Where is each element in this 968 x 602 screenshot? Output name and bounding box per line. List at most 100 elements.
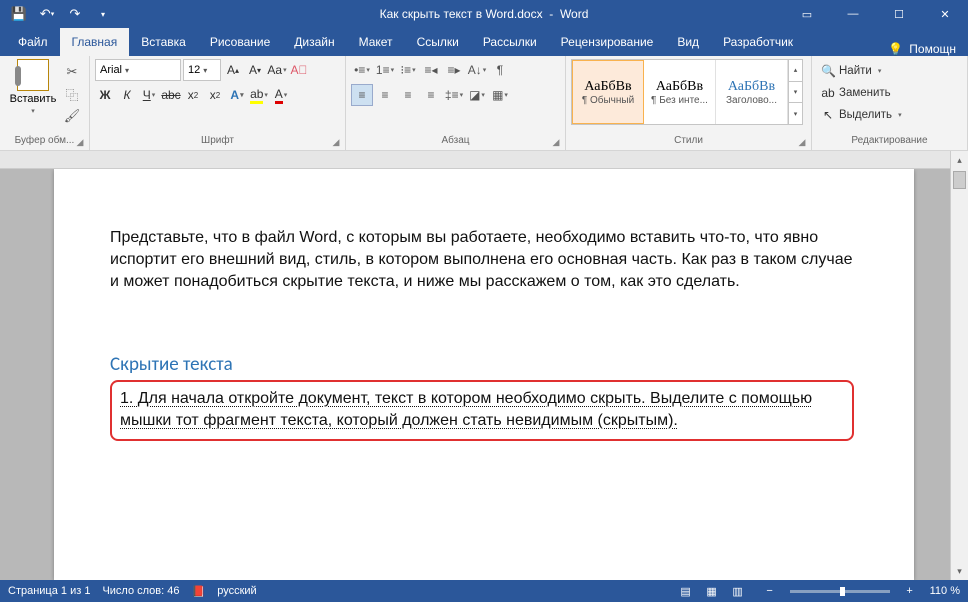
show-paragraph-marks-icon[interactable]: ¶: [489, 59, 511, 81]
redo-icon[interactable]: ↷: [62, 2, 88, 26]
select-icon: ↖: [821, 108, 835, 122]
increase-indent-icon[interactable]: ≡▸: [443, 59, 465, 81]
gallery-up-icon[interactable]: ▴: [789, 60, 802, 82]
paragraph-group-label: Абзац: [351, 134, 560, 148]
clipboard-group-label: Буфер обм...: [5, 134, 84, 148]
style-normal[interactable]: АаБбВв ¶ Обычный: [572, 60, 644, 124]
zoom-out-icon[interactable]: −: [762, 585, 778, 597]
underline-button[interactable]: Ч: [139, 84, 159, 106]
font-name-combo[interactable]: Arial▾: [95, 59, 181, 81]
styles-gallery[interactable]: АаБбВв ¶ Обычный АаБбВв ¶ Без инте... Аа…: [571, 59, 803, 125]
clipboard-dialog-launcher[interactable]: ◢: [74, 136, 86, 148]
maximize-icon[interactable]: ☐: [876, 0, 922, 28]
body-paragraph[interactable]: Представьте, что в файл Word, с которым …: [110, 227, 854, 293]
replace-icon: ab: [821, 86, 835, 100]
subscript-icon[interactable]: x2: [183, 84, 203, 106]
strikethrough-icon[interactable]: abc: [161, 84, 181, 106]
zoom-in-icon[interactable]: +: [902, 585, 918, 597]
align-center-icon[interactable]: ≡: [374, 84, 396, 106]
minimize-icon[interactable]: —: [830, 0, 876, 28]
line-spacing-icon[interactable]: ‡≡: [443, 84, 465, 106]
gallery-more-icon[interactable]: ▾: [789, 103, 802, 124]
font-group-label: Шрифт: [95, 134, 340, 148]
tab-home[interactable]: Главная: [60, 28, 130, 56]
clear-formatting-icon[interactable]: A⃠: [289, 59, 309, 81]
web-layout-icon[interactable]: ▥: [726, 582, 750, 600]
scroll-thumb[interactable]: [953, 171, 966, 189]
print-layout-icon[interactable]: ▦: [700, 582, 724, 600]
editing-group-label: Редактирование: [817, 134, 962, 148]
save-icon[interactable]: 💾: [6, 2, 32, 26]
lightbulb-icon: 💡: [888, 42, 903, 56]
select-button[interactable]: ↖ Выделить▾: [821, 105, 902, 125]
tab-file[interactable]: Файл: [6, 28, 60, 56]
change-case-icon[interactable]: Aa: [267, 59, 287, 81]
copy-icon[interactable]: ⿻: [63, 85, 81, 103]
font-size-combo[interactable]: 12▾: [183, 59, 221, 81]
styles-dialog-launcher[interactable]: ◢: [796, 136, 808, 148]
align-justify-icon[interactable]: ≡: [420, 84, 442, 106]
format-painter-icon[interactable]: 🖌: [63, 107, 81, 125]
bullets-icon[interactable]: •≡: [351, 59, 373, 81]
superscript-icon[interactable]: x2: [205, 84, 225, 106]
tab-mailings[interactable]: Рассылки: [471, 28, 549, 56]
vertical-scrollbar[interactable]: ▴ ▾: [950, 151, 968, 580]
font-color-icon[interactable]: A: [271, 84, 291, 106]
tab-draw[interactable]: Рисование: [198, 28, 282, 56]
scroll-up-icon[interactable]: ▴: [951, 151, 968, 169]
grow-font-icon[interactable]: A▴: [223, 59, 243, 81]
word-count[interactable]: Число слов: 46: [102, 585, 179, 597]
proofing-icon[interactable]: 📕: [192, 585, 206, 598]
heading-text[interactable]: Скрытие текста: [110, 353, 854, 376]
tab-layout[interactable]: Макет: [347, 28, 405, 56]
text-effects-icon[interactable]: A: [227, 84, 247, 106]
scroll-down-icon[interactable]: ▾: [951, 562, 968, 580]
page-indicator[interactable]: Страница 1 из 1: [8, 585, 90, 597]
zoom-level[interactable]: 110 %: [930, 585, 960, 597]
align-left-icon[interactable]: ≡: [351, 84, 373, 106]
undo-icon[interactable]: ↶▾: [34, 2, 60, 26]
multilevel-list-icon[interactable]: ⁝≡: [397, 59, 419, 81]
zoom-slider[interactable]: [790, 590, 890, 593]
close-icon[interactable]: ✕: [922, 0, 968, 28]
qa-customize-icon[interactable]: ▾: [90, 2, 116, 26]
decrease-indent-icon[interactable]: ≡◂: [420, 59, 442, 81]
highlighted-region: 1. Для начала откройте документ, текст в…: [110, 380, 854, 441]
gallery-down-icon[interactable]: ▾: [789, 82, 802, 104]
font-dialog-launcher[interactable]: ◢: [330, 136, 342, 148]
paste-icon: [17, 59, 49, 91]
numbering-icon[interactable]: 1≡: [374, 59, 396, 81]
window-title: Как скрыть текст в Word.docx - Word: [380, 7, 589, 21]
document-page[interactable]: Представьте, что в файл Word, с которым …: [54, 169, 914, 580]
paste-button[interactable]: Вставить ▾: [5, 59, 61, 115]
style-heading1[interactable]: АаБбВв Заголово...: [716, 60, 788, 124]
tell-me-help[interactable]: 💡 Помощн: [882, 42, 968, 56]
sort-icon[interactable]: A↓: [466, 59, 488, 81]
borders-icon[interactable]: ▦: [489, 84, 511, 106]
align-right-icon[interactable]: ≡: [397, 84, 419, 106]
shrink-font-icon[interactable]: A▾: [245, 59, 265, 81]
search-icon: 🔍: [821, 64, 835, 78]
shading-icon[interactable]: ◪: [466, 84, 488, 106]
tab-review[interactable]: Рецензирование: [549, 28, 666, 56]
find-button[interactable]: 🔍 Найти▾: [821, 61, 902, 81]
read-mode-icon[interactable]: ▤: [674, 582, 698, 600]
language-indicator[interactable]: русский: [217, 585, 256, 597]
tab-insert[interactable]: Вставка: [129, 28, 198, 56]
ribbon-display-options-icon[interactable]: ▭: [784, 0, 830, 28]
replace-button[interactable]: ab Заменить: [821, 83, 902, 103]
horizontal-ruler[interactable]: [0, 151, 950, 169]
cut-icon[interactable]: ✂: [63, 63, 81, 81]
styles-group-label: Стили: [571, 134, 806, 148]
paragraph-dialog-launcher[interactable]: ◢: [550, 136, 562, 148]
style-no-spacing[interactable]: АаБбВв ¶ Без инте...: [644, 60, 716, 124]
bold-button[interactable]: Ж: [95, 84, 115, 106]
paste-label: Вставить: [10, 93, 57, 105]
highlight-color-icon[interactable]: ab: [249, 84, 269, 106]
italic-button[interactable]: К: [117, 84, 137, 106]
tab-references[interactable]: Ссылки: [405, 28, 471, 56]
tab-view[interactable]: Вид: [665, 28, 711, 56]
tab-developer[interactable]: Разработчик: [711, 28, 805, 56]
hidden-text-paragraph[interactable]: 1. Для начала откройте документ, текст в…: [120, 388, 844, 431]
tab-design[interactable]: Дизайн: [282, 28, 346, 56]
